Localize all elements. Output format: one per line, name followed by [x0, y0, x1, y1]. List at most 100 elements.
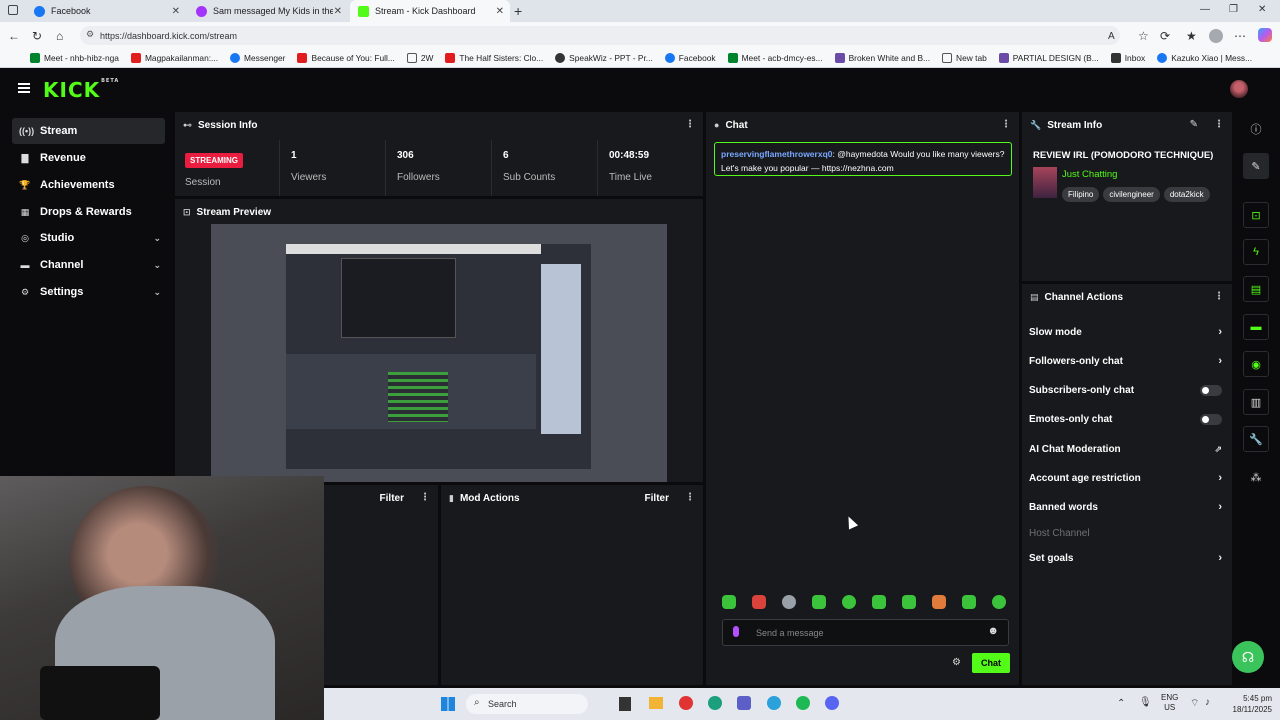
bookmark-item[interactable]: Facebook: [664, 53, 716, 63]
emote-icon[interactable]: [752, 595, 766, 609]
folder-icon[interactable]: [649, 697, 663, 709]
collections-icon[interactable]: ★: [1186, 29, 1197, 43]
emote-icon[interactable]: [842, 595, 856, 609]
emote-icon[interactable]: [722, 595, 736, 609]
bookmark-item[interactable]: Inbox: [1110, 53, 1145, 63]
bookmark-item[interactable]: The Half Sisters: Clo...: [445, 53, 543, 63]
tab-actions-icon[interactable]: [8, 5, 18, 15]
channel-action-slow-mode[interactable]: Slow mode ›: [1029, 322, 1222, 342]
bookmark-item[interactable]: Broken White and B...: [834, 53, 930, 63]
info-icon[interactable]: ⓘ: [1243, 116, 1269, 142]
microphone-icon[interactable]: [733, 626, 739, 637]
window-close-icon[interactable]: ✕: [1258, 4, 1266, 15]
tag-civilengineer[interactable]: civilengineer: [1103, 187, 1160, 202]
bookmark-item[interactable]: Magpakailanman:...: [130, 53, 218, 63]
tab-facebook[interactable]: Facebook ✕: [26, 0, 186, 22]
filter-button[interactable]: Filter: [380, 493, 404, 504]
wrench-icon[interactable]: 🔧: [1243, 426, 1269, 452]
channel-action-account-age[interactable]: Account age restriction ›: [1029, 468, 1222, 488]
site-info-icon[interactable]: ⚙: [86, 29, 94, 40]
kebab-menu-icon[interactable]: ⋮: [685, 119, 695, 130]
sidebar-item-stream[interactable]: ((•)) Stream: [12, 118, 165, 144]
edit-pencil-icon[interactable]: ✎: [1243, 153, 1269, 179]
category-thumbnail[interactable]: [1033, 167, 1057, 198]
tag-filipino[interactable]: Filipino: [1062, 187, 1100, 202]
emote-icon[interactable]: [932, 595, 946, 609]
new-tab-icon[interactable]: +: [514, 3, 522, 19]
home-icon[interactable]: ⌂: [56, 29, 63, 43]
subscribers-only-toggle[interactable]: [1200, 384, 1222, 396]
broadcast-icon[interactable]: ◉: [1243, 351, 1269, 377]
sidebar-item-settings[interactable]: ⚙ Settings ⌄: [12, 279, 165, 305]
emote-icon[interactable]: [902, 595, 916, 609]
minimize-icon[interactable]: —: [1200, 4, 1210, 15]
channel-action-followers-only[interactable]: Followers-only chat ›: [1029, 351, 1222, 371]
back-icon[interactable]: ←: [8, 29, 20, 43]
bookmark-item[interactable]: PARTIAL DESIGN (B...: [998, 53, 1099, 63]
filter-button[interactable]: Filter: [645, 493, 669, 504]
sidebar-item-revenue[interactable]: ▇ Revenue: [12, 145, 165, 171]
lightning-icon[interactable]: ϟ: [1243, 239, 1269, 265]
bookmark-item[interactable]: Meet - acb-dmcy-es...: [727, 53, 823, 63]
channel-action-ai-moderation[interactable]: AI Chat Moderation ⇗: [1029, 439, 1222, 459]
emote-icon[interactable]: [872, 595, 886, 609]
bookmark-item[interactable]: Because of You: Full...: [297, 53, 395, 63]
sidebar-item-achievements[interactable]: 🏆 Achievements: [12, 172, 165, 198]
bookmark-item[interactable]: Meet - nhb-hibz-nga: [30, 53, 119, 63]
url-field[interactable]: ⚙ https://dashboard.kick.com/stream: [80, 26, 1120, 45]
chat-bubble-icon[interactable]: ▬: [1243, 314, 1269, 340]
teams-icon[interactable]: [737, 696, 751, 710]
copilot-icon[interactable]: [1258, 28, 1272, 42]
maximize-icon[interactable]: ❐: [1229, 4, 1238, 15]
chrome-icon[interactable]: [679, 696, 693, 710]
kick-logo[interactable]: KICKBETA: [43, 78, 119, 102]
kebab-menu-icon[interactable]: ⋮: [420, 492, 430, 503]
apps-icon[interactable]: ⁂: [1243, 464, 1269, 490]
emoji-icon[interactable]: ☻: [987, 625, 999, 637]
sidebar-item-drops-rewards[interactable]: ▦ Drops & Rewards: [12, 199, 165, 225]
emotes-only-toggle[interactable]: [1200, 413, 1222, 425]
emote-icon[interactable]: [962, 595, 976, 609]
network-icon[interactable]: ⌔: [1190, 697, 1199, 710]
kebab-menu-icon[interactable]: ⋮: [685, 492, 695, 503]
kebab-menu-icon[interactable]: ⋮: [1001, 119, 1011, 130]
document-icon[interactable]: ▤: [1243, 276, 1269, 302]
taskbar-search[interactable]: ⌕ Search: [466, 694, 588, 714]
chat-input[interactable]: Send a message ☻: [722, 619, 1009, 646]
kebab-menu-icon[interactable]: ⋮: [1214, 291, 1224, 302]
support-chat-icon[interactable]: ☊: [1232, 641, 1264, 673]
clip-icon[interactable]: ⊡: [1243, 202, 1269, 228]
tab-messenger[interactable]: Sam messaged My Kids in the Ho ✕: [188, 0, 348, 22]
volume-icon[interactable]: ♪: [1205, 697, 1210, 708]
discord-icon[interactable]: [825, 696, 839, 710]
chat-settings-gear-icon[interactable]: ⚙: [952, 657, 961, 668]
kebab-menu-icon[interactable]: ⋮: [1214, 119, 1224, 130]
bookmark-item[interactable]: Kazuko Xiao | Mess...: [1157, 53, 1252, 63]
chat-message[interactable]: preservingflamethrowerxq0: @haymedota Wo…: [714, 142, 1012, 176]
tray-chevron-up-icon[interactable]: ⌃: [1117, 698, 1125, 709]
close-icon[interactable]: ✕: [172, 6, 180, 17]
stream-category[interactable]: Just Chatting: [1062, 169, 1117, 180]
edit-pencil-icon[interactable]: ✎: [1190, 119, 1198, 130]
sidebar-item-studio[interactable]: ◎ Studio ⌄: [12, 225, 165, 251]
reload-icon[interactable]: ↻: [32, 29, 42, 43]
tray-microphone-icon[interactable]: 🎙: [1139, 697, 1152, 708]
sidebar-item-channel[interactable]: ▬ Channel ⌄: [12, 252, 165, 278]
stream-preview-video[interactable]: [211, 224, 667, 482]
emote-icon[interactable]: [782, 595, 796, 609]
sync-icon[interactable]: ⟳: [1160, 29, 1170, 43]
taskbar-clock[interactable]: 5:45 pm 18/11/2025: [1222, 693, 1272, 715]
favorite-icon[interactable]: ☆: [1138, 29, 1149, 43]
chat-username[interactable]: preservingflamethrowerxq0: [721, 149, 832, 159]
menu-icon[interactable]: [18, 83, 30, 93]
language-indicator[interactable]: ENG US: [1161, 693, 1178, 713]
layout-icon[interactable]: ▥: [1243, 389, 1269, 415]
tab-kick-dashboard[interactable]: Stream - Kick Dashboard ✕: [350, 0, 510, 22]
edge-icon[interactable]: [708, 696, 722, 710]
close-icon[interactable]: ✕: [334, 6, 342, 17]
read-aloud-icon[interactable]: A: [1108, 31, 1115, 42]
user-avatar[interactable]: [1230, 80, 1248, 98]
emote-icon[interactable]: [992, 595, 1006, 609]
channel-action-set-goals[interactable]: Set goals ›: [1029, 548, 1222, 568]
bookmark-item[interactable]: SpeakWiz - PPT - Pr...: [555, 53, 653, 63]
